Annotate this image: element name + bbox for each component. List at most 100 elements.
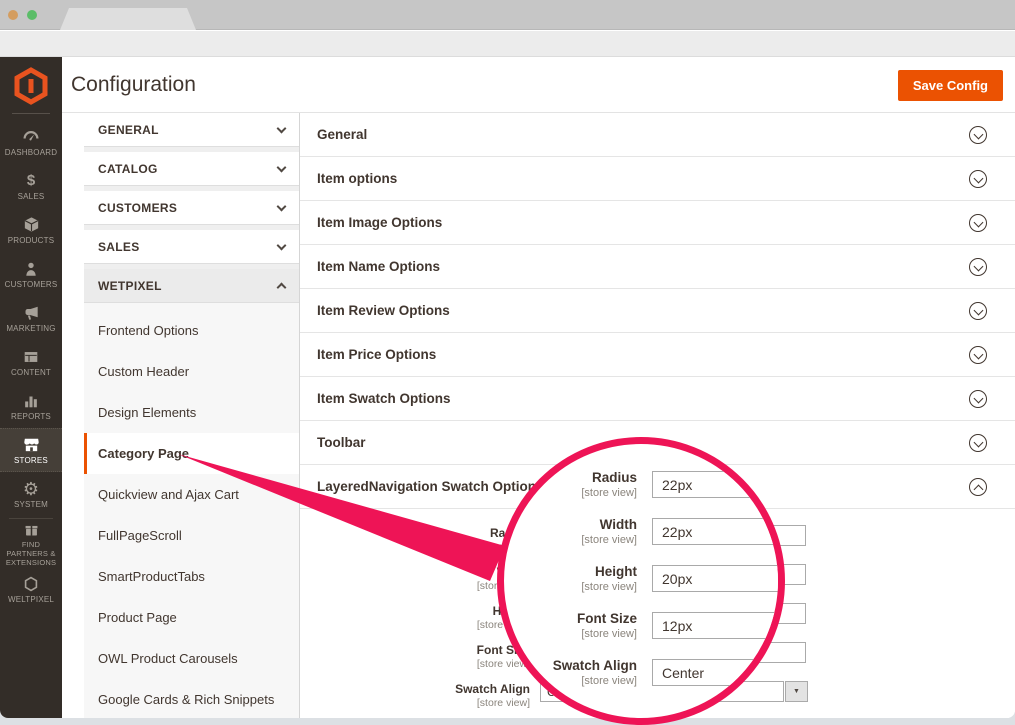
chevron-down-circle-icon[interactable] [969,434,987,452]
subnav-item-fullpagescroll[interactable]: FullPageScroll [84,515,299,556]
sidebar-item-stores[interactable]: STORES [0,428,62,472]
accordion-section-item-options[interactable]: Item options [300,157,1015,201]
browser-tab[interactable] [60,8,196,30]
subnav-item-label: SmartProductTabs [98,569,205,584]
stores-icon [22,435,41,454]
sidebar-item-label: CUSTOMERS [5,280,58,289]
sidebar-divider [12,113,50,114]
subnav-item-label: Category Page [98,446,189,461]
chevron-down-icon [277,162,287,172]
accordion-title: Item Review Options [317,303,450,318]
hexagon-icon [22,574,40,593]
chevron-down-circle-icon[interactable] [969,346,987,364]
sidebar-item-weltpixel[interactable]: WELTPIXEL [0,567,62,611]
gift-box-icon [23,521,40,538]
browser-titlebar [0,0,1015,30]
subnav-item-label: Quickview and Ajax Cart [98,487,239,502]
config-section-catalog[interactable]: CATALOG [84,152,299,186]
dashboard-icon [21,127,41,146]
window-maximize-dot-icon[interactable] [27,10,37,20]
subnav-item-label: Custom Header [98,364,189,379]
sidebar-item-sales[interactable]: $ SALES [0,164,62,208]
swatch-align-value: Center [662,665,704,681]
products-icon [22,215,41,234]
subnav-item-product-page[interactable]: Product Page [84,597,299,638]
config-section-general[interactable]: GENERAL [84,113,299,147]
window-minimize-dot-icon[interactable] [8,10,18,20]
sidebar-item-dashboard[interactable]: DASHBOARD [0,120,62,164]
field-label-radius-zoomed: Radius [store view] [504,470,637,501]
field-label-swatch-align-zoomed: Swatch Align [store view] [504,658,637,689]
accordion-section-item-swatch-options[interactable]: Item Swatch Options [300,377,1015,421]
subnav-item-category-page[interactable]: Category Page [84,433,299,474]
dropdown-arrow-button[interactable]: ▼ [785,681,808,702]
config-section-wetpixel[interactable]: WETPIXEL [84,269,299,303]
sidebar-item-label: FIND PARTNERS & EXTENSIONS [2,540,60,567]
width-input-zoomed[interactable] [652,518,785,545]
chevron-down-circle-icon[interactable] [969,170,987,188]
subnav-item-smartproducttabs[interactable]: SmartProductTabs [84,556,299,597]
subnav-item-frontend-options[interactable]: Frontend Options [84,310,299,351]
chevron-down-circle-icon[interactable] [969,214,987,232]
sidebar-item-label: REPORTS [11,412,51,421]
sidebar-item-products[interactable]: PRODUCTS [0,208,62,252]
sidebar-item-customers[interactable]: CUSTOMERS [0,252,62,296]
config-section-label: SALES [98,240,140,254]
chevron-down-circle-icon[interactable] [969,390,987,408]
accordion-title: Item Name Options [317,259,440,274]
config-nav-panel: GENERAL CATALOG CUSTOMERS SALES [62,113,300,718]
subnav-item-label: Design Elements [98,405,196,420]
accordion-section-general[interactable]: General [300,113,1015,157]
page-title: Configuration [62,57,1015,112]
chevron-up-icon [277,283,287,293]
field-scope: [store view] [504,580,637,595]
subnav-item-quickview-ajax-cart[interactable]: Quickview and Ajax Cart [84,474,299,515]
field-scope: [store view] [504,486,637,501]
chevron-down-icon [277,201,287,211]
sidebar-item-reports[interactable]: REPORTS [0,384,62,428]
swatch-align-select-zoomed[interactable]: Center [652,659,770,686]
magento-logo-icon[interactable] [0,57,62,106]
admin-sidebar: DASHBOARD $ SALES PRODUCTS [0,57,62,718]
config-section-sales[interactable]: SALES [84,230,299,264]
radius-input-zoomed[interactable] [652,471,764,498]
config-section-label: CUSTOMERS [98,201,177,215]
subnav-item-label: OWL Product Carousels [98,651,238,666]
dropdown-arrow-icon: ▼ [793,688,800,695]
subnav-item-google-cards-rich-snippets[interactable]: Google Cards & Rich Snippets [84,679,299,718]
accordion-section-item-name-options[interactable]: Item Name Options [300,245,1015,289]
chevron-up-circle-icon[interactable] [969,478,987,496]
subnav-item-label: Product Page [98,610,177,625]
sales-icon: $ [27,171,35,190]
accordion-title: Item Price Options [317,347,436,362]
accordion-title: Item options [317,171,397,186]
wetpixel-subnav: Frontend Options Custom Header Design El… [84,303,299,718]
config-section-label: GENERAL [98,123,159,137]
save-config-button[interactable]: Save Config [898,70,1003,101]
sidebar-item-label: SYSTEM [14,500,48,509]
accordion-section-item-review-options[interactable]: Item Review Options [300,289,1015,333]
field-label-height-zoomed: Height [store view] [504,564,637,595]
sidebar-item-label: MARKETING [6,324,55,333]
chevron-down-circle-icon[interactable] [969,126,987,144]
sidebar-item-system[interactable]: ⚙ SYSTEM [0,472,62,516]
accordion-section-item-image-options[interactable]: Item Image Options [300,201,1015,245]
subnav-item-design-elements[interactable]: Design Elements [84,392,299,433]
sidebar-item-label: CONTENT [11,368,51,377]
sidebar-item-content[interactable]: CONTENT [0,340,62,384]
system-gear-icon: ⚙ [23,479,39,498]
accordion-section-item-price-options[interactable]: Item Price Options [300,333,1015,377]
subnav-item-owl-product-carousels[interactable]: OWL Product Carousels [84,638,299,679]
chevron-down-circle-icon[interactable] [969,258,987,276]
font-size-input-zoomed[interactable] [652,612,785,639]
sidebar-item-label: WELTPIXEL [8,595,54,604]
accordion-title: Item Swatch Options [317,391,451,406]
magnifier-circle: Radius [store view] Width [store view] H… [497,437,785,725]
subnav-item-custom-header[interactable]: Custom Header [84,351,299,392]
config-section-customers[interactable]: CUSTOMERS [84,191,299,225]
sidebar-divider [9,518,53,519]
chevron-down-circle-icon[interactable] [969,302,987,320]
height-input-zoomed[interactable] [652,565,785,592]
sidebar-item-marketing[interactable]: MARKETING [0,296,62,340]
sidebar-item-find-partners[interactable]: FIND PARTNERS & EXTENSIONS [0,521,62,567]
